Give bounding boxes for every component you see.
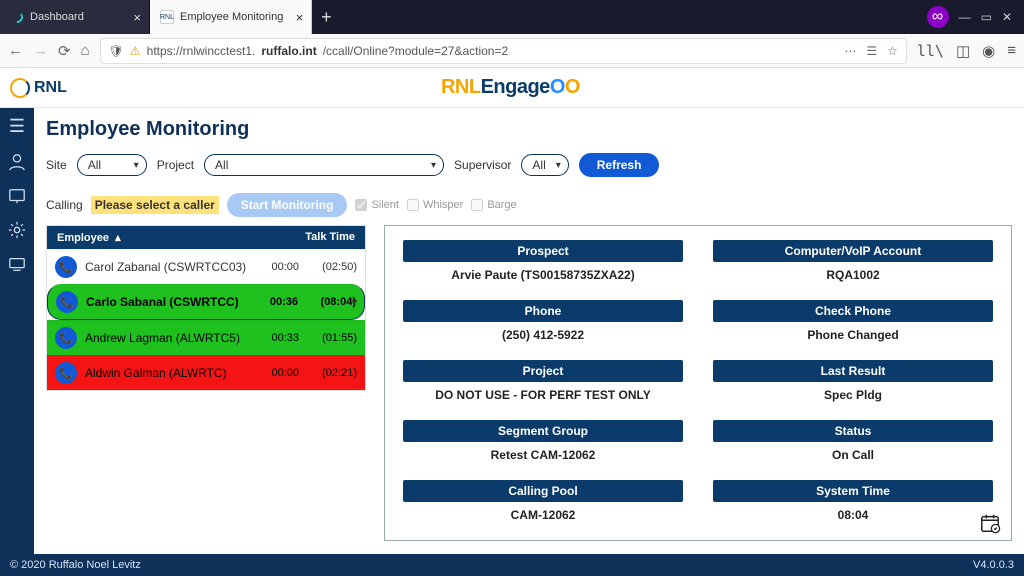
employee-list: Employee ▴ Talk Time 📞 Carol Zabanal (CS…: [46, 225, 366, 391]
logo-ring-icon: [10, 78, 30, 98]
employee-row[interactable]: 📞 Aldwin Galman (ALWRTC) 00:00 (02:21): [47, 355, 365, 390]
app-footer: © 2020 Ruffalo Noel Levitz V4.0.0.3: [0, 554, 1024, 576]
card-prospect: Prospect Arvie Paute (TS00158735ZXA22): [403, 240, 683, 292]
card-segment-group: Segment Group Retest CAM-12062: [403, 420, 683, 472]
refresh-button[interactable]: Refresh: [579, 153, 660, 177]
browser-tab-employee-monitoring[interactable]: RNL Employee Monitoring ×: [150, 0, 312, 34]
phone-icon: 📞: [56, 291, 78, 313]
employee-row-selected[interactable]: 📞 Carlo Sabanal (CSWRTCC) 00:36 (08:04): [47, 284, 365, 320]
footer-version: V4.0.0.3: [973, 559, 1014, 571]
sidebar-item-desktop[interactable]: [8, 255, 26, 273]
main-content: Employee Monitoring Site All Project All…: [34, 108, 1024, 554]
employee-list-header: Employee ▴ Talk Time: [47, 226, 365, 249]
window-controls: ∞ — ▭ ✕: [927, 6, 1024, 28]
reader-icon[interactable]: ☰: [866, 44, 877, 58]
recording-icon[interactable]: ∞: [927, 6, 949, 28]
card-project: Project DO NOT USE - FOR PERF TEST ONLY: [403, 360, 683, 412]
calling-row: Calling Please select a caller Start Mon…: [46, 193, 1012, 217]
library-icon[interactable]: ll\: [917, 42, 944, 60]
page-title: Employee Monitoring: [46, 118, 1012, 141]
account-icon[interactable]: ◉: [982, 42, 995, 60]
new-tab-button[interactable]: +: [312, 7, 340, 28]
detail-panel: Prospect Arvie Paute (TS00158735ZXA22) C…: [384, 225, 1012, 541]
filter-row: Site All Project All Supervisor All Refr…: [46, 153, 1012, 177]
logo-text: RNL: [34, 79, 67, 97]
project-label: Project: [157, 158, 194, 172]
site-select[interactable]: All: [77, 154, 147, 176]
browser-titlebar: Dashboard × RNL Employee Monitoring × + …: [0, 0, 1024, 34]
tab-favicon-icon: RNL: [160, 10, 174, 24]
site-label: Site: [46, 158, 67, 172]
close-window-icon[interactable]: ✕: [1002, 10, 1012, 24]
barge-checkbox[interactable]: Barge: [471, 199, 516, 211]
phone-icon: 📞: [55, 327, 77, 349]
address-bar[interactable]: 🛡 ⚠ https://rnlwincctest1. ruffalo.int/cc…: [100, 38, 907, 64]
tab-label: Dashboard: [30, 11, 84, 23]
footer-copyright: © 2020 Ruffalo Noel Levitz: [10, 559, 141, 571]
card-account: Computer/VoIP Account RQA1002: [713, 240, 993, 292]
employee-row[interactable]: 📞 Andrew Lagman (ALWRTC5) 00:33 (01:55): [47, 320, 365, 355]
brand-logo: RNLEngageOO: [441, 76, 580, 99]
home-icon[interactable]: ⌂: [81, 42, 90, 59]
app-header: RNL RNLEngageOO: [0, 68, 1024, 108]
card-calling-pool: Calling Pool CAM-12062: [403, 480, 683, 532]
tab-label: Employee Monitoring: [180, 11, 283, 23]
browser-tab-dashboard[interactable]: Dashboard ×: [0, 0, 150, 34]
minimize-icon[interactable]: —: [959, 10, 971, 24]
sidebar-item-monitor[interactable]: [8, 187, 26, 205]
calling-label: Calling: [46, 198, 83, 212]
col-employee[interactable]: Employee ▴: [57, 231, 305, 244]
star-icon[interactable]: ☆: [887, 44, 898, 58]
shield-icon: 🛡: [109, 44, 124, 58]
supervisor-select[interactable]: All: [521, 154, 568, 176]
card-last-result: Last Result Spec Pldg: [713, 360, 993, 412]
sidebar-icon[interactable]: ◫: [956, 42, 970, 60]
project-select[interactable]: All: [204, 154, 444, 176]
start-monitoring-button[interactable]: Start Monitoring: [227, 193, 348, 217]
card-phone: Phone (250) 412-5922: [403, 300, 683, 352]
left-sidebar: ☰: [0, 108, 34, 554]
more-url-icon[interactable]: ⋯: [844, 44, 856, 58]
sidebar-item-user[interactable]: [8, 153, 26, 171]
maximize-icon[interactable]: ▭: [981, 10, 992, 24]
sidebar-item-settings[interactable]: [8, 221, 26, 239]
reload-icon[interactable]: ⟳: [58, 42, 71, 60]
forward-icon[interactable]: →: [33, 42, 48, 59]
hamburger-icon[interactable]: ☰: [9, 116, 25, 137]
col-talktime[interactable]: Talk Time: [305, 231, 355, 244]
calendar-icon[interactable]: [979, 512, 1001, 534]
toolbar-right: ll\ ◫ ◉ ≡: [917, 42, 1016, 60]
please-select-caller: Please select a caller: [91, 196, 219, 214]
close-icon[interactable]: ×: [296, 10, 304, 25]
tab-spinner-icon: [10, 10, 24, 24]
browser-toolbar: ← → ⟳ ⌂ 🛡 ⚠ https://rnlwincctest1. ruffal…: [0, 34, 1024, 68]
url-host: ruffalo.int: [261, 44, 316, 58]
phone-icon: 📞: [55, 362, 77, 384]
supervisor-label: Supervisor: [454, 158, 511, 172]
url-prefix: https://rnlwincctest1.: [147, 44, 256, 58]
card-system-time: System Time 08:04: [713, 480, 993, 532]
close-icon[interactable]: ×: [133, 10, 141, 25]
url-suffix: /ccall/Online?module=27&action=2: [323, 44, 508, 58]
employee-row[interactable]: 📞 Carol Zabanal (CSWRTCC03) 00:00 (02:50…: [47, 249, 365, 284]
card-status: Status On Call: [713, 420, 993, 472]
rnl-logo[interactable]: RNL: [10, 78, 67, 98]
silent-checkbox[interactable]: Silent: [355, 199, 399, 211]
lock-warn-icon: ⚠: [130, 44, 141, 58]
phone-icon: 📞: [55, 256, 77, 278]
card-check-phone: Check Phone Phone Changed: [713, 300, 993, 352]
whisper-checkbox[interactable]: Whisper: [407, 199, 463, 211]
menu-icon[interactable]: ≡: [1007, 42, 1016, 59]
back-icon[interactable]: ←: [8, 42, 23, 59]
